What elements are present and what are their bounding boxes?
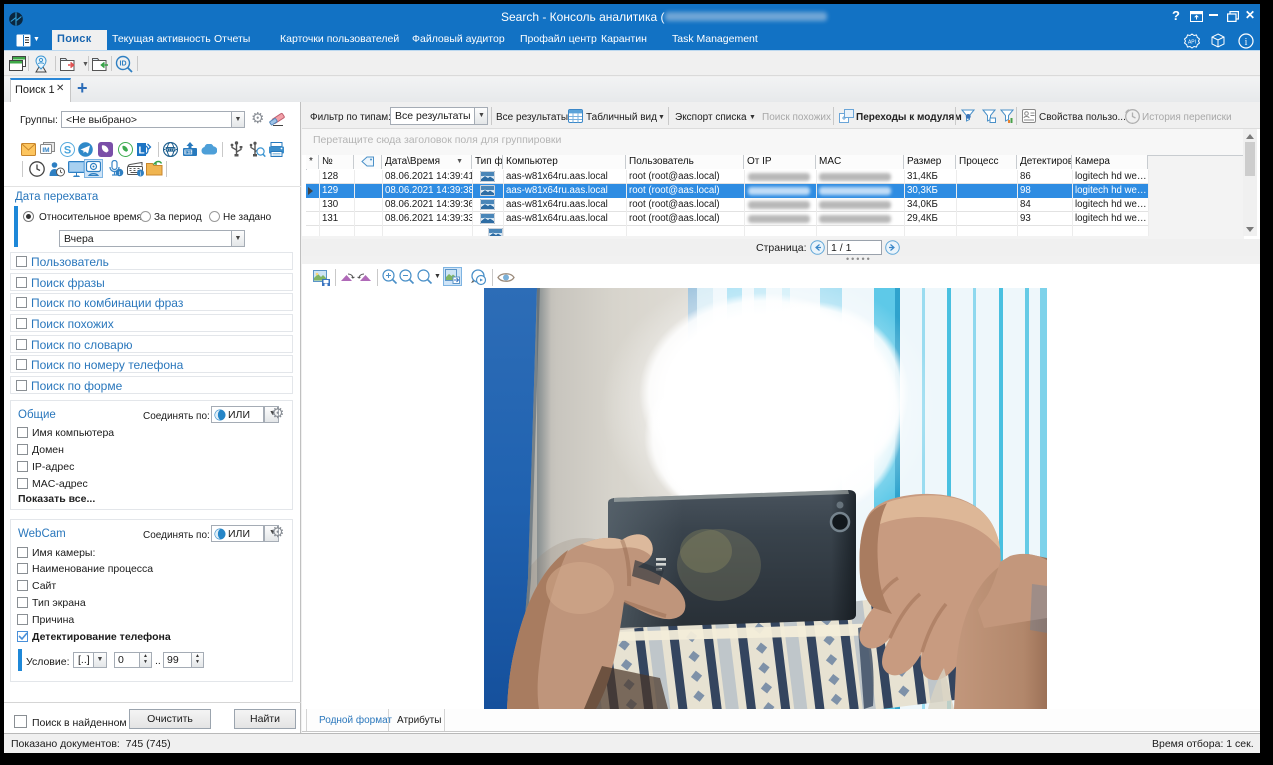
svg-text:S: S: [64, 145, 71, 157]
svg-text:IM: IM: [42, 147, 49, 154]
svg-text:FTP: FTP: [185, 151, 192, 155]
svg-text:API: API: [1188, 40, 1196, 46]
svg-text:HTTP: HTTP: [165, 147, 176, 152]
svg-text:i: i: [1245, 37, 1248, 48]
svg-text:ID: ID: [120, 61, 127, 68]
svg-text:L: L: [138, 146, 144, 157]
